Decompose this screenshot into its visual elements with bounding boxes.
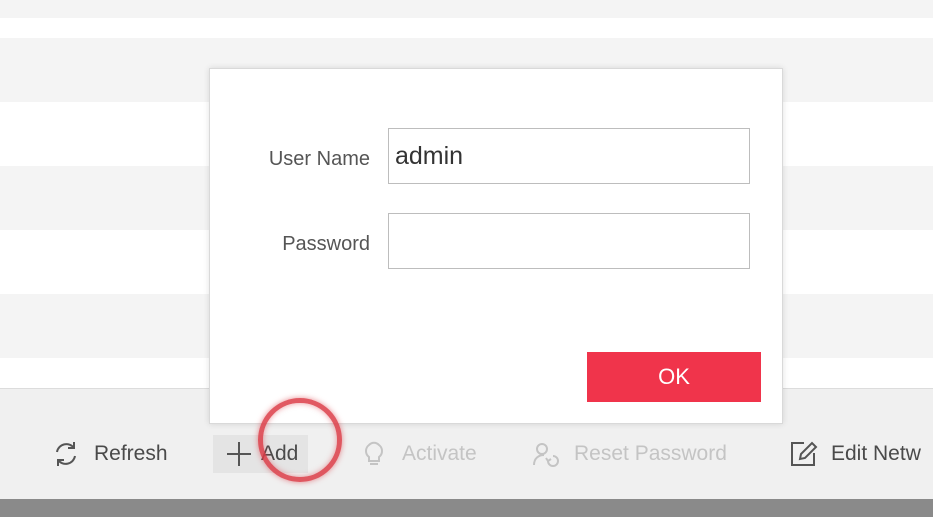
table-row xyxy=(0,18,933,38)
activate-label: Activate xyxy=(402,442,477,465)
ok-button[interactable]: OK xyxy=(587,352,761,402)
reset-password-button[interactable]: Reset Password xyxy=(530,435,727,473)
plus-icon xyxy=(223,438,255,470)
password-input[interactable] xyxy=(388,213,750,269)
highlight-circle xyxy=(258,398,342,482)
username-label: User Name xyxy=(268,148,370,170)
activate-button[interactable]: Activate xyxy=(358,435,477,473)
password-label: Password xyxy=(282,233,370,255)
edit-network-label: Edit Netw xyxy=(831,442,921,465)
edit-icon xyxy=(787,438,819,470)
refresh-label: Refresh xyxy=(94,442,168,465)
lightbulb-icon xyxy=(358,438,390,470)
reset-password-icon xyxy=(530,438,562,470)
username-input[interactable] xyxy=(388,128,750,184)
login-dialog: User Name Password OK xyxy=(209,68,783,424)
reset-password-label: Reset Password xyxy=(574,442,727,465)
table-row xyxy=(0,0,933,18)
status-bar xyxy=(0,499,933,517)
refresh-button[interactable]: Refresh xyxy=(50,435,168,473)
edit-network-button[interactable]: Edit Netw xyxy=(787,435,921,473)
refresh-icon xyxy=(50,438,82,470)
